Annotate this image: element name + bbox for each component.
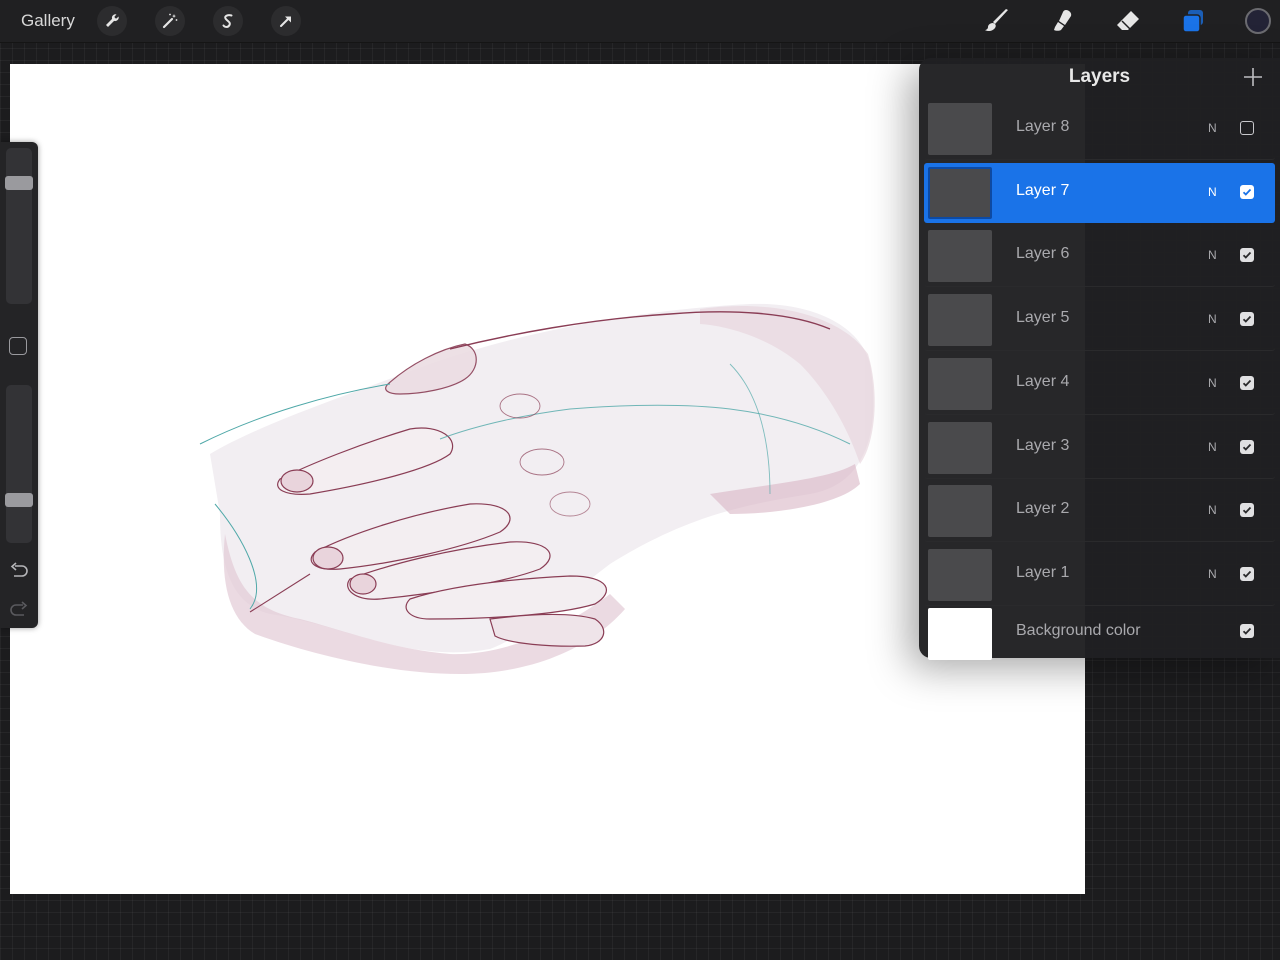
layer-row[interactable]: Layer 6 N	[924, 226, 1275, 288]
layer-visibility-checkbox[interactable]	[1240, 439, 1254, 454]
undo-icon[interactable]	[9, 562, 29, 580]
layer-row[interactable]: Layer 8 N	[924, 99, 1275, 160]
redo-icon[interactable]	[9, 601, 29, 619]
top-toolbar: Gallery	[0, 0, 1280, 43]
background-visibility-checkbox[interactable]	[1240, 624, 1254, 638]
wrench-icon	[106, 14, 119, 27]
background-layer-row[interactable]: Background color	[924, 604, 1275, 664]
color-swatch[interactable]	[1245, 8, 1271, 34]
layer-row[interactable]: Layer 3 N	[924, 418, 1275, 479]
background-color-thumbnail	[928, 608, 992, 660]
layer-name: Layer 4	[1016, 372, 1070, 390]
opacity-slider[interactable]	[5, 385, 33, 543]
layer-name: Layer 1	[1016, 563, 1070, 581]
blend-mode-button[interactable]: N	[1208, 376, 1217, 390]
eraser-icon	[1117, 11, 1139, 30]
layer-visibility-checkbox[interactable]	[1240, 503, 1254, 518]
layer-visibility-checkbox[interactable]	[1240, 312, 1254, 327]
selection-icon	[222, 14, 233, 28]
transform-button[interactable]	[271, 6, 301, 36]
adjustments-button[interactable]	[155, 6, 185, 36]
layer-thumbnail	[928, 294, 992, 347]
blend-mode-button[interactable]: N	[1208, 567, 1217, 581]
brush-size-slider[interactable]	[5, 148, 33, 304]
layer-visibility-checkbox[interactable]	[1240, 184, 1254, 199]
modify-square-icon[interactable]	[9, 337, 27, 355]
left-sidebar	[0, 142, 38, 628]
layer-visibility-checkbox[interactable]	[1240, 121, 1254, 135]
layer-name: Layer 8	[1016, 118, 1070, 135]
smudge-icon	[1054, 10, 1072, 31]
layer-name: Layer 5	[1016, 309, 1070, 327]
selection-button[interactable]	[213, 6, 243, 36]
layer-row[interactable]: Layer 1 N	[924, 545, 1275, 606]
layer-name: Layer 2	[1016, 500, 1070, 518]
layer-thumbnail	[928, 103, 992, 155]
magic-wand-icon	[162, 13, 178, 29]
brush-size-thumb[interactable]	[5, 176, 33, 191]
layers-panel-title: Layers	[1068, 66, 1131, 87]
smudge-button[interactable]	[1046, 5, 1078, 37]
background-layer-name: Background color	[1016, 622, 1141, 639]
blend-mode-button[interactable]: N	[1208, 440, 1217, 454]
eraser-button[interactable]	[1112, 5, 1144, 37]
layers-panel: Layers Layer 8 N Layer 7 N Layer 6 N Layer 5NL…	[919, 58, 1280, 660]
actions-button[interactable]	[97, 6, 127, 36]
layer-thumbnail	[928, 421, 992, 474]
blend-mode-button[interactable]: N	[1208, 121, 1217, 135]
layer-row[interactable]: Layer 5 N	[924, 290, 1275, 352]
layer-name: Layer 6	[1016, 245, 1070, 263]
layer-thumbnail	[928, 230, 992, 283]
layers-button[interactable]	[1177, 5, 1209, 37]
layer-row[interactable]: Layer 2 N	[924, 481, 1275, 543]
layers-icon	[1182, 10, 1203, 33]
layer-thumbnail	[928, 357, 992, 410]
layer-row[interactable]: Layer 7 N	[924, 162, 1275, 223]
gallery-button[interactable]: Gallery	[21, 11, 75, 31]
layer-visibility-checkbox[interactable]	[1240, 248, 1254, 263]
blend-mode-button[interactable]: N	[1208, 503, 1217, 517]
brush-button[interactable]	[981, 5, 1013, 37]
brush-icon	[985, 9, 1008, 32]
layer-visibility-checkbox[interactable]	[1240, 566, 1254, 581]
blend-mode-button[interactable]: N	[1208, 185, 1217, 199]
layer-thumbnail	[928, 485, 992, 538]
plus-icon[interactable]	[1242, 66, 1264, 88]
blend-mode-button[interactable]: N	[1208, 312, 1217, 326]
layer-name: Layer 3	[1016, 436, 1070, 454]
layer-thumbnail	[928, 166, 992, 219]
transform-arrow-icon	[280, 16, 291, 27]
layer-thumbnail	[928, 548, 992, 601]
layer-visibility-checkbox[interactable]	[1240, 375, 1254, 390]
opacity-thumb[interactable]	[5, 493, 33, 507]
blend-mode-button[interactable]: N	[1208, 248, 1217, 262]
layer-row[interactable]: Layer 4 N	[924, 354, 1275, 415]
layer-name: Layer 7	[1016, 181, 1070, 199]
